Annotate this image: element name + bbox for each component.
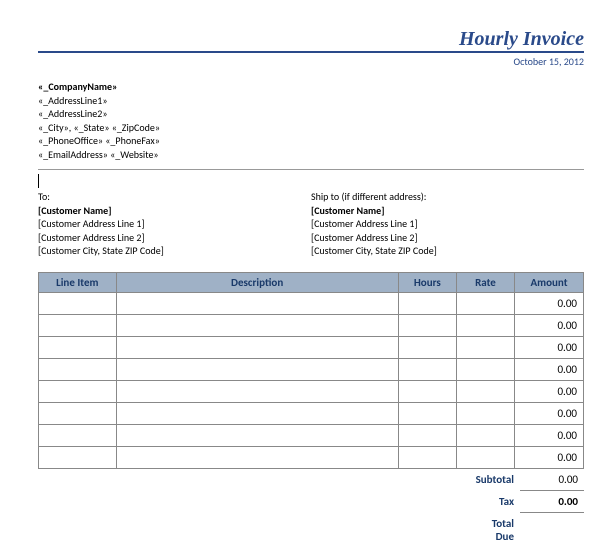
invoice-date: October 15, 2012 <box>38 55 584 68</box>
cell-amount: 0.00 <box>515 446 584 468</box>
cell-description[interactable] <box>116 358 398 380</box>
company-addr2: «_AddressLine2» <box>38 107 584 121</box>
cell-amount: 0.00 <box>515 292 584 314</box>
cell-hours[interactable] <box>398 380 456 402</box>
cell-rate[interactable] <box>456 446 514 468</box>
cell-rate[interactable] <box>456 402 514 424</box>
cell-amount: 0.00 <box>515 402 584 424</box>
cell-hours[interactable] <box>398 446 456 468</box>
cell-lineitem[interactable] <box>39 292 117 314</box>
cell-rate[interactable] <box>456 336 514 358</box>
bill-to-name: [Customer Name] <box>38 204 311 218</box>
cell-rate[interactable] <box>456 358 514 380</box>
subtotal-row: Subtotal 0.00 <box>38 469 584 491</box>
table-row: 0.00 <box>39 380 584 402</box>
cell-hours[interactable] <box>398 292 456 314</box>
header-rate: Rate <box>456 272 514 292</box>
cell-amount: 0.00 <box>515 336 584 358</box>
line-items-table: Line Item Description Hours Rate Amount … <box>38 272 584 469</box>
bill-to-line1: [Customer Address Line 1] <box>38 217 311 231</box>
bill-to-label: To: <box>38 190 311 204</box>
cell-rate[interactable] <box>456 424 514 446</box>
ship-to-name: [Customer Name] <box>311 204 584 218</box>
table-row: 0.00 <box>39 358 584 380</box>
cell-hours[interactable] <box>398 314 456 336</box>
cell-rate[interactable] <box>456 314 514 336</box>
company-citystatezip: «_City», «_State» «_ZipCode» <box>38 121 584 135</box>
cell-description[interactable] <box>116 424 398 446</box>
header-amount: Amount <box>515 272 584 292</box>
cell-rate[interactable] <box>456 380 514 402</box>
company-block: «_CompanyName» «_AddressLine1» «_Address… <box>38 80 584 161</box>
table-row: 0.00 <box>39 402 584 424</box>
cell-lineitem[interactable] <box>39 424 117 446</box>
table-row: 0.00 <box>39 336 584 358</box>
ship-to-city: [Customer City, State ZIP Code] <box>311 244 584 258</box>
table-row: 0.00 <box>39 446 584 468</box>
bill-to-block: To: [Customer Name] [Customer Address Li… <box>38 190 311 258</box>
company-emailweb: «_EmailAddress» «_Website» <box>38 148 584 162</box>
cell-rate[interactable] <box>456 292 514 314</box>
company-phones: «_PhoneOffice» «_PhoneFax» <box>38 134 584 148</box>
subtotal-label: Subtotal <box>466 469 520 491</box>
cell-amount: 0.00 <box>515 424 584 446</box>
cell-amount: 0.00 <box>515 358 584 380</box>
spacer <box>38 513 466 547</box>
cell-hours[interactable] <box>398 424 456 446</box>
divider <box>38 169 584 170</box>
ship-to-block: Ship to (if different address): [Custome… <box>311 190 584 258</box>
cell-description[interactable] <box>116 402 398 424</box>
cell-description[interactable] <box>116 446 398 468</box>
tax-row: Tax 0.00 <box>38 491 584 513</box>
tax-label: Tax <box>466 491 520 513</box>
totaldue-value <box>520 513 584 547</box>
subtotal-value: 0.00 <box>520 469 584 491</box>
header-hours: Hours <box>398 272 456 292</box>
cell-lineitem[interactable] <box>39 358 117 380</box>
ship-to-line2: [Customer Address Line 2] <box>311 231 584 245</box>
invoice-page: Hourly Invoice October 15, 2012 «_Compan… <box>0 0 614 547</box>
bill-to-city: [Customer City, State ZIP Code] <box>38 244 311 258</box>
cell-lineitem[interactable] <box>39 314 117 336</box>
cell-hours[interactable] <box>398 336 456 358</box>
addresses-row: To: [Customer Name] [Customer Address Li… <box>38 190 584 258</box>
totaldue-row: Total Due <box>38 513 584 547</box>
spacer <box>38 469 466 491</box>
cell-description[interactable] <box>116 336 398 358</box>
cell-description[interactable] <box>116 292 398 314</box>
table-header-row: Line Item Description Hours Rate Amount <box>39 272 584 292</box>
cell-lineitem[interactable] <box>39 336 117 358</box>
tax-value: 0.00 <box>520 491 584 513</box>
totals-table: Subtotal 0.00 Tax 0.00 Total Due <box>38 469 584 547</box>
ship-to-label: Ship to (if different address): <box>311 190 584 204</box>
cell-hours[interactable] <box>398 402 456 424</box>
table-row: 0.00 <box>39 314 584 336</box>
ship-to-line1: [Customer Address Line 1] <box>311 217 584 231</box>
invoice-title: Hourly Invoice <box>38 28 584 51</box>
text-cursor <box>38 174 39 188</box>
bill-to-line2: [Customer Address Line 2] <box>38 231 311 245</box>
header-description: Description <box>116 272 398 292</box>
title-rule: Hourly Invoice <box>38 28 584 53</box>
cell-hours[interactable] <box>398 358 456 380</box>
cell-amount: 0.00 <box>515 380 584 402</box>
cell-lineitem[interactable] <box>39 380 117 402</box>
company-name: «_CompanyName» <box>38 80 584 94</box>
totaldue-label: Total Due <box>466 513 520 547</box>
cell-amount: 0.00 <box>515 314 584 336</box>
cell-lineitem[interactable] <box>39 446 117 468</box>
cell-description[interactable] <box>116 380 398 402</box>
cell-lineitem[interactable] <box>39 402 117 424</box>
table-row: 0.00 <box>39 292 584 314</box>
header-lineitem: Line Item <box>39 272 117 292</box>
table-row: 0.00 <box>39 424 584 446</box>
spacer <box>38 491 466 513</box>
company-addr1: «_AddressLine1» <box>38 94 584 108</box>
cell-description[interactable] <box>116 314 398 336</box>
